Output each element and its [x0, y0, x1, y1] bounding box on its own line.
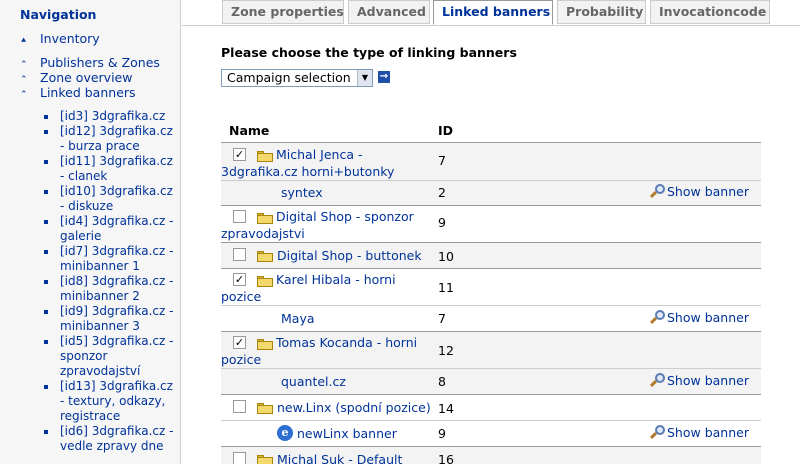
campaign-name[interactable]: Digital Shop - sponzor zpravodajstvi [221, 208, 436, 242]
sidebar-banner-item[interactable]: [id8] 3dgrafika.cz - minibanner 2 [44, 274, 180, 304]
select-value: Campaign selection [227, 70, 351, 85]
campaign-id: 14 [438, 401, 454, 416]
sidebar: Navigation ⯅ Inventory ⌃ Publishers & Zone… [0, 0, 181, 464]
campaign-name[interactable]: Digital Shop - buttonek [277, 247, 422, 264]
nav-link-label: Linked banners [40, 85, 136, 100]
campaign-name[interactable]: new.Linx (spodní pozice) [277, 399, 431, 416]
bullet-icon [44, 220, 48, 224]
campaign-id: 10 [438, 249, 454, 264]
nav-link-label: Inventory [40, 31, 100, 46]
tab-advanced[interactable]: Advanced [348, 0, 430, 24]
nav-link-zone-overview[interactable]: ⌃ Zone overview [20, 70, 132, 85]
row-divider [221, 205, 761, 206]
bullet-icon [44, 160, 48, 164]
column-header-id: ID [438, 123, 454, 138]
sidebar-banner-item[interactable]: [id13] 3dgrafika.cz - textury, odkazy, r… [44, 379, 180, 424]
nav-link-publishers-zones[interactable]: ⌃ Publishers & Zones [20, 55, 160, 70]
tab-bar-divider [182, 25, 800, 26]
bullet-icon [44, 430, 48, 434]
navigation-title: Navigation [20, 7, 97, 22]
tab-zone-properties[interactable]: Zone properties [222, 0, 344, 24]
banner-id: 8 [438, 374, 446, 389]
row-divider [221, 268, 761, 269]
bullet-icon [44, 250, 48, 254]
sidebar-banner-item[interactable]: [id10] 3dgrafika.cz - diskuze [44, 184, 180, 214]
tab-probability[interactable]: Probability [557, 0, 646, 24]
show-banner-link[interactable]: Show banner [649, 310, 749, 325]
magnifier-icon [649, 373, 665, 388]
row-divider [221, 368, 761, 369]
banner-name[interactable]: newLinx banner [297, 426, 397, 441]
campaign-name[interactable]: Michal Suk - Default [277, 451, 402, 464]
double-chevron-up-icon: ⯅ [20, 36, 28, 46]
nav-link-label: Publishers & Zones [40, 55, 160, 70]
bullet-icon [44, 310, 48, 314]
bullet-icon [44, 130, 48, 134]
bullet-icon [44, 280, 48, 284]
sidebar-banner-item[interactable]: [id3] 3dgrafika.cz [44, 109, 180, 124]
row-divider [221, 180, 761, 181]
campaign-checkbox[interactable] [233, 452, 246, 464]
show-banner-link[interactable]: Show banner [649, 184, 749, 199]
row-divider [221, 305, 761, 306]
campaign-name[interactable]: Karel Hibala - horni pozice [221, 271, 411, 305]
bullet-icon [44, 385, 48, 389]
sidebar-banner-item[interactable]: [id6] 3dgrafika.cz - vedle zpravy dne [44, 424, 180, 454]
sidebar-banner-item[interactable]: [id12] 3dgrafika.cz - burza prace [44, 124, 180, 154]
campaign-name[interactable]: Tomas Kocanda - horni pozice [221, 334, 431, 368]
nav-link-inventory[interactable]: ⯅ Inventory [20, 31, 100, 46]
bullet-icon [44, 190, 48, 194]
campaign-checkbox[interactable] [233, 248, 246, 261]
html-banner-icon: e [277, 425, 293, 441]
linking-type-select[interactable]: Campaign selection ▼ [221, 69, 373, 87]
campaign-id: 12 [438, 343, 454, 358]
folder-icon [257, 403, 273, 414]
sidebar-banner-item[interactable]: [id4] 3dgrafika.cz - galerie [44, 214, 180, 244]
bullet-icon [44, 340, 48, 344]
linking-type-label: Please choose the type of linking banner… [221, 45, 517, 60]
nav-link-linked-banners[interactable]: ⌃ Linked banners [20, 85, 136, 100]
campaign-name[interactable]: Michal Jenca - 3dgrafika.cz horni+butonk… [221, 146, 436, 180]
banner-id: 7 [438, 311, 446, 326]
banner-name[interactable]: Maya [281, 311, 315, 326]
campaign-checkbox[interactable] [233, 400, 246, 413]
nav-link-label: Zone overview [40, 70, 133, 85]
bullet-icon [44, 115, 48, 119]
go-arrow-button[interactable]: → [378, 71, 390, 83]
row-divider [221, 394, 761, 395]
magnifier-icon [649, 425, 665, 440]
banner-name[interactable]: quantel.cz [281, 374, 346, 389]
sidebar-banner-item[interactable]: [id5] 3dgrafika.cz - sponzor zpravodajst… [44, 334, 180, 379]
campaign-id: 11 [438, 280, 454, 295]
column-header-name: Name [229, 123, 270, 138]
sidebar-banner-item[interactable]: [id11] 3dgrafika.cz - clanek [44, 154, 180, 184]
campaign-id: 7 [438, 153, 446, 168]
tab-invocationcode[interactable]: Invocationcode [650, 0, 770, 24]
folder-icon [257, 251, 273, 262]
magnifier-icon [649, 184, 665, 199]
sidebar-banner-item[interactable]: [id7] 3dgrafika.cz - minibanner 1 [44, 244, 180, 274]
chevron-down-icon[interactable]: ▼ [357, 70, 372, 86]
banner-id: 2 [438, 185, 446, 200]
banner-name[interactable]: syntex [281, 185, 323, 200]
folder-icon [257, 455, 273, 464]
chevron-up-icon: ⌃ [20, 90, 28, 100]
sidebar-banner-item[interactable]: [id9] 3dgrafika.cz - minibanner 3 [44, 304, 180, 334]
banner-id: 9 [438, 426, 446, 441]
show-banner-link[interactable]: Show banner [649, 373, 749, 388]
magnifier-icon [649, 310, 665, 325]
show-banner-link[interactable]: Show banner [649, 425, 749, 440]
tab-linked-banners[interactable]: Linked banners [433, 0, 553, 25]
campaign-id: 9 [438, 215, 446, 230]
row-divider [221, 420, 761, 421]
campaign-id: 16 [438, 452, 454, 464]
